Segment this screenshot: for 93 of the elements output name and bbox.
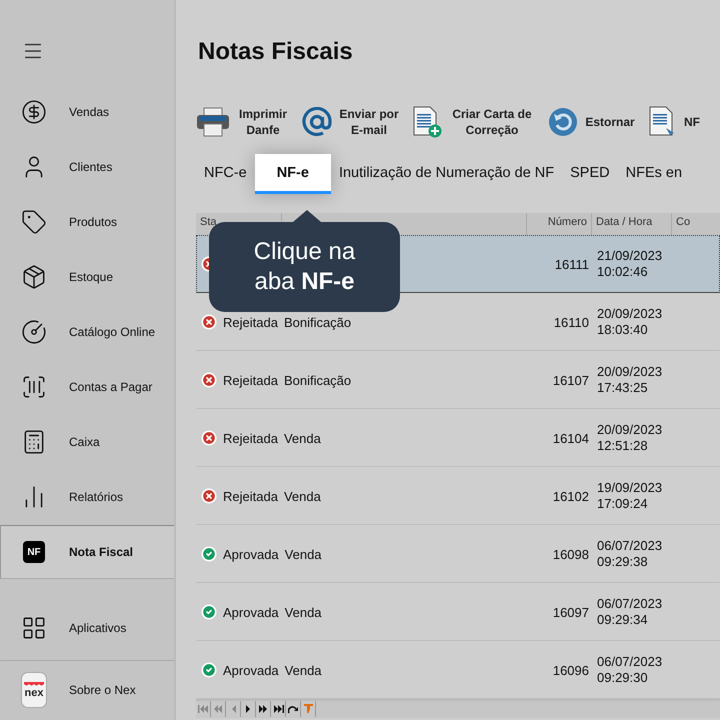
toolbar-button[interactable]: NF [648, 106, 702, 138]
tab[interactable]: NF-e [254, 154, 331, 194]
number-text: 16104 [552, 430, 589, 446]
redo-icon [288, 704, 298, 714]
next-icon [246, 705, 250, 714]
error-icon [201, 430, 217, 446]
error-icon [201, 314, 217, 330]
status-text: Aprovada [223, 662, 279, 678]
type-text: Venda [284, 604, 322, 620]
sidebar-item[interactable]: nex Sobre o Nex [0, 660, 174, 720]
status-text: Rejeitada [223, 430, 278, 446]
tab[interactable]: NFC-e [196, 154, 255, 194]
tab[interactable]: NFEs en [618, 154, 690, 194]
number-text: 16098 [552, 546, 589, 562]
type-text: Venda [284, 546, 322, 562]
first-page-icon [198, 705, 208, 714]
last-page-icon [272, 705, 284, 714]
gauge-icon [21, 319, 47, 345]
type-text: Bonificação [284, 314, 352, 330]
date-time-text: 21/09/2023 10:02:46 [596, 248, 664, 281]
sidebar-label: Nota Fiscal [69, 545, 134, 559]
toolbar-button[interactable]: Estornar [548, 107, 638, 138]
sidebar-label: Produtos [69, 215, 118, 229]
sidebar-item[interactable]: Catálogo Online [0, 305, 174, 359]
type-text: Venda [284, 430, 321, 446]
status-text: Aprovada [223, 604, 279, 620]
date-time-text: 06/07/2023 09:29:30 [596, 654, 664, 687]
pager-button[interactable] [271, 701, 286, 718]
apps-grid-icon [21, 615, 47, 641]
date-time-text: 20/09/2023 12:51:28 [596, 422, 664, 455]
nf-logo: NF [23, 541, 45, 563]
date-time-text: 19/09/2023 17:09:24 [596, 480, 664, 513]
date-time-text: 20/09/2023 18:03:40 [596, 306, 664, 339]
date-time-text: 20/09/2023 17:43:25 [596, 364, 664, 397]
barcode-icon [21, 374, 47, 400]
number-text: 16110 [554, 314, 589, 330]
number-text: 16102 [552, 488, 589, 504]
status-text: Aprovada [223, 546, 279, 562]
filter-icon [304, 704, 312, 714]
undo-circle-icon [548, 107, 578, 138]
nex-logo: nex [21, 672, 47, 708]
status-text: Rejeitada [223, 488, 278, 504]
previous-icon [230, 705, 236, 714]
dollar-icon [21, 99, 47, 125]
sidebar-label: Caixa [69, 435, 100, 449]
sidebar-item[interactable]: NF Nota Fiscal [0, 525, 174, 579]
type-text: Venda [284, 662, 322, 678]
error-icon [201, 372, 217, 388]
at-sign-icon [302, 107, 332, 138]
pager-button[interactable] [256, 701, 271, 718]
sidebar-label: Aplicativos [69, 621, 126, 635]
sidebar-label: Clientes [69, 160, 112, 174]
number-text: 16107 [552, 372, 589, 388]
number-text: 16111 [554, 256, 589, 272]
sidebar-label: Vendas [69, 105, 110, 119]
pager-button[interactable] [286, 701, 301, 718]
type-text: Bonificação [284, 372, 352, 388]
check-icon [201, 604, 217, 620]
date-time-text: 06/07/2023 09:29:38 [596, 538, 664, 571]
tab[interactable]: Inutilização de Numeração de NF [330, 154, 562, 194]
sidebar-item[interactable]: Aplicativos [0, 597, 174, 659]
toolbar-button[interactable]: Enviar por E-mail [302, 106, 402, 138]
document-add-icon [412, 106, 442, 138]
toolbar-button[interactable]: Imprimir Danfe [196, 106, 292, 138]
printer-icon [196, 107, 230, 138]
sidebar-item[interactable]: Vendas [0, 85, 174, 139]
date-time-text: 06/07/2023 09:29:34 [596, 596, 664, 629]
sidebar-label: Contas a Pagar [69, 380, 152, 394]
sidebar-item[interactable]: Contas a Pagar [0, 360, 174, 414]
box-icon [21, 264, 47, 290]
sidebar-item[interactable]: Estoque [0, 250, 174, 304]
sidebar-item[interactable]: Relatórios [0, 470, 174, 524]
type-text: Venda [284, 488, 321, 504]
sidebar-item[interactable]: Caixa [0, 415, 174, 469]
error-icon [201, 488, 217, 504]
sidebar-item[interactable]: Produtos [0, 195, 174, 249]
rewind-icon [213, 705, 223, 714]
tag-icon [21, 209, 47, 235]
status-text: Rejeitada [223, 314, 278, 330]
sidebar-item[interactable]: Clientes [0, 140, 174, 194]
sidebar-label: Estoque [69, 270, 114, 284]
tab[interactable]: SPED [562, 154, 618, 194]
check-icon [201, 662, 217, 678]
number-text: 16096 [552, 662, 589, 678]
sidebar-label: Catálogo Online [69, 325, 156, 339]
check-icon [201, 546, 217, 562]
toolbar-button[interactable]: Criar Carta de Correção [412, 106, 538, 138]
sidebar-label: Relatórios [69, 490, 124, 504]
number-text: 16097 [552, 604, 589, 620]
fast-forward-icon [258, 705, 268, 714]
status-text: Rejeitada [223, 372, 278, 388]
sidebar-label: Sobre o Nex [69, 683, 136, 697]
page-title: Notas Fiscais [198, 38, 354, 66]
